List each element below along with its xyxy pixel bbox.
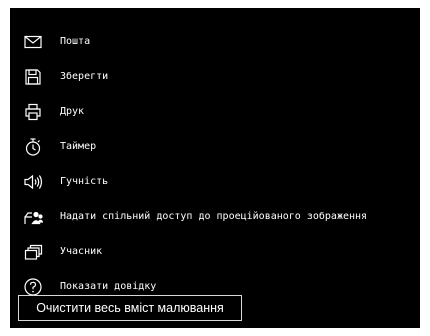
menu-item-mail-label: Пошта bbox=[60, 36, 91, 47]
menu-item-volume[interactable]: Гучність bbox=[10, 168, 420, 196]
save-icon bbox=[23, 67, 43, 87]
help-icon bbox=[23, 277, 43, 297]
menu-item-volume-label: Гучність bbox=[60, 176, 109, 187]
timer-icon bbox=[23, 137, 43, 157]
menu-item-help-label: Показати довідку bbox=[60, 281, 157, 292]
volume-icon bbox=[23, 172, 43, 192]
menu-item-share-projection-label: Надати спільний доступ до проеційованого… bbox=[60, 211, 368, 222]
menu-item-timer-label: Таймер bbox=[60, 141, 97, 152]
menu-item-timer[interactable]: Таймер bbox=[10, 133, 420, 161]
menu-item-print-label: Друк bbox=[60, 106, 85, 117]
print-icon bbox=[23, 102, 43, 122]
menu-item-participant-label: Учасник bbox=[60, 246, 103, 257]
menu-item-print[interactable]: Друк bbox=[10, 98, 420, 126]
menu-item-mail[interactable]: Пошта bbox=[10, 28, 420, 56]
participant-icon bbox=[23, 242, 43, 262]
menu-item-participant[interactable]: Учасник bbox=[10, 238, 420, 266]
share-projection-icon bbox=[23, 207, 43, 227]
menu-item-save-label: Зберегти bbox=[60, 71, 109, 82]
menu-item-share-projection[interactable]: Надати спільний доступ до проеційованого… bbox=[10, 203, 420, 231]
menu-item-save[interactable]: Зберегти bbox=[10, 63, 420, 91]
clear-drawing-button[interactable]: Очистити весь вміст малювання bbox=[18, 295, 242, 321]
mail-icon bbox=[23, 32, 43, 52]
drawing-menu-panel: Пошта Зберегти Друк Таймер Гучність Нада… bbox=[10, 8, 420, 328]
